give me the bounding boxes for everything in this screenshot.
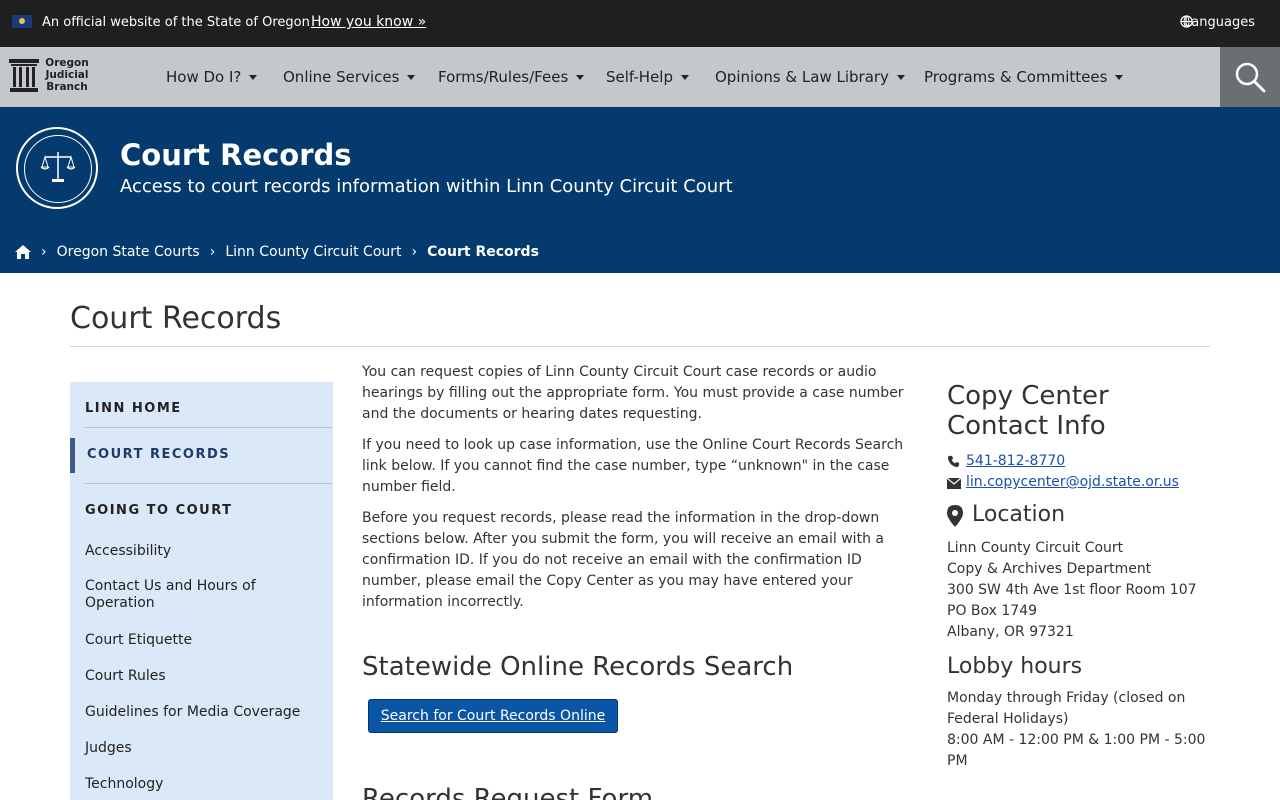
search-icon [1235,62,1266,93]
sidebar-item-linn-home[interactable]: LINN HOME [85,401,182,416]
sidebar-item-contact-us[interactable]: Contact Us and Hours of Operation [85,578,325,612]
logo-text: Oregon Judicial Branch [45,57,89,93]
main-nav: Oregon Judicial Branch How Do I? Online … [0,47,1280,107]
judicial-department-seal [16,127,98,209]
caret-down-icon [896,75,905,80]
address-block: Linn County Circuit Court Copy & Archive… [947,540,1197,640]
hero-title: Court Records [120,138,352,172]
title-divider [70,346,1210,347]
chevron-right-icon: › [411,244,418,260]
lookup-paragraph: If you need to look up case information,… [362,437,904,495]
official-banner: An official website of the State of Oreg… [0,0,1280,47]
search-court-records-button[interactable]: Search for Court Records Online [368,699,618,733]
sidebar-item-accessibility[interactable]: Accessibility [85,543,325,560]
nav-forms-rules-fees[interactable]: Forms/Rules/Fees [438,68,585,86]
chevron-right-icon: › [209,244,216,260]
sidebar-item-technology[interactable]: Technology [85,776,325,793]
sidebar-nav: LINN HOME COURT RECORDS GOING TO COURT A… [70,382,333,800]
nav-programs-committees[interactable]: Programs & Committees [924,68,1124,86]
page-title: Court Records [70,301,282,336]
nav-self-help[interactable]: Self-Help [606,68,689,86]
caret-down-icon [576,75,585,80]
scales-of-justice-icon [40,152,76,182]
caret-down-icon [1115,75,1124,80]
active-indicator [70,438,75,473]
home-icon[interactable] [15,245,31,259]
sidebar-item-court-records[interactable]: COURT RECORDS [87,447,230,462]
oregon-flag-icon [12,15,32,28]
phone-link[interactable]: 541-812-8770 [966,453,1065,469]
nav-how-do-i[interactable]: How Do I? [166,68,258,86]
page-hero: Court Records Access to court records in… [0,107,1280,273]
sidebar-item-judges[interactable]: Judges [85,740,325,757]
chevron-right-icon: › [41,244,47,260]
caret-down-icon [407,75,416,80]
hero-subtitle: Access to court records information with… [120,176,733,197]
breadcrumb: › Oregon State Courts › Linn County Circ… [15,244,539,260]
how-you-know-link[interactable]: How you know » [311,14,426,30]
before-request-paragraph: Before you request records, please read … [362,510,884,610]
email-link[interactable]: lin.copycenter@ojd.state.or.us [966,474,1179,490]
breadcrumb-linn-county[interactable]: Linn County Circuit Court [225,244,401,260]
sidebar-divider [85,483,333,484]
caret-down-icon [681,75,689,80]
languages-button[interactable]: Languages [1184,15,1255,30]
nav-online-services[interactable]: Online Services [283,68,416,86]
main-content: You can request copies of Linn County Ci… [362,362,910,623]
courthouse-column-icon [9,59,39,92]
sidebar-item-court-etiquette[interactable]: Court Etiquette [85,632,325,649]
records-request-heading: Records Request Form [362,784,654,800]
location-heading: Location [972,502,1066,527]
lobby-hours-block: Monday through Friday (closed on Federal… [947,690,1206,769]
breadcrumb-current: Court Records [427,244,539,260]
official-site-text: An official website of the State of Oreg… [42,15,310,30]
contact-info-panel: Copy Center Contact Info 541-812-8770 li… [947,381,1212,769]
nav-opinions-law-library[interactable]: Opinions & Law Library [715,68,905,86]
envelope-icon [947,478,961,489]
lobby-hours-heading: Lobby hours [947,654,1083,679]
intro-paragraph: You can request copies of Linn County Ci… [362,364,904,422]
ojd-logo[interactable]: Oregon Judicial Branch [9,57,91,95]
map-marker-icon [947,505,963,527]
sidebar-item-court-rules[interactable]: Court Rules [85,668,325,685]
phone-icon [947,455,960,468]
caret-down-icon [249,75,258,80]
search-button[interactable] [1220,47,1280,107]
breadcrumb-oregon-state-courts[interactable]: Oregon State Courts [57,244,200,260]
sidebar-divider [85,427,333,428]
sidebar-item-media-guidelines[interactable]: Guidelines for Media Coverage [85,704,325,721]
contact-info-title: Copy Center Contact Info [947,381,1109,441]
statewide-search-heading: Statewide Online Records Search [362,652,794,682]
sidebar-section-going-to-court[interactable]: GOING TO COURT [85,503,233,518]
